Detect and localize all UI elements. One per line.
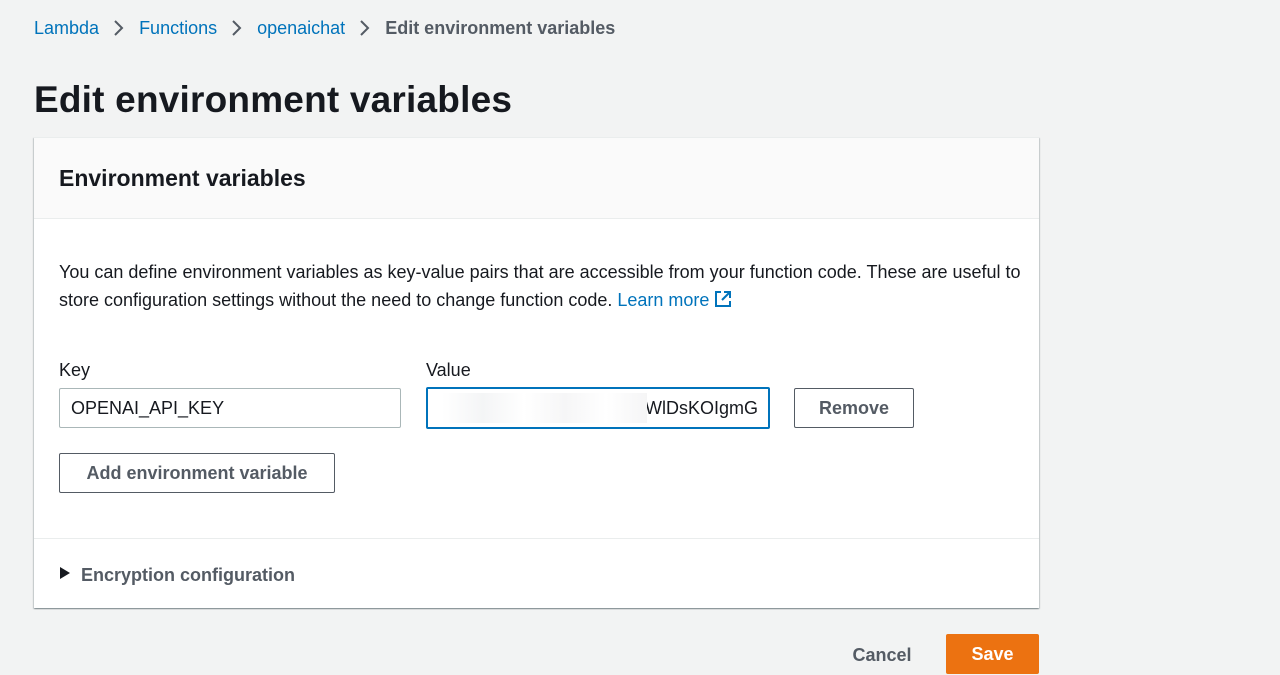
learn-more-label: Learn more: [617, 290, 710, 310]
redacted-value-overlay: [442, 393, 647, 423]
learn-more-link[interactable]: Learn more: [617, 290, 732, 310]
save-button[interactable]: Save: [946, 634, 1039, 674]
breadcrumb-lambda[interactable]: Lambda: [34, 17, 99, 39]
encryption-configuration-label: Encryption configuration: [81, 564, 295, 585]
add-environment-variable-button[interactable]: Add environment variable: [59, 453, 335, 493]
external-link-icon: [714, 288, 732, 316]
value-field[interactable]: [426, 387, 770, 429]
page-title: Edit environment variables: [34, 79, 513, 120]
panel-description: You can define environment variables as …: [59, 258, 1024, 316]
chevron-right-icon: [99, 17, 139, 39]
divider: [34, 538, 1039, 539]
environment-variables-panel: Environment variables You can define env…: [34, 137, 1039, 608]
encryption-configuration-toggle[interactable]: Encryption configuration: [59, 563, 295, 587]
key-input[interactable]: [59, 388, 401, 428]
chevron-right-icon: [217, 17, 257, 39]
breadcrumb-openaichat[interactable]: openaichat: [257, 17, 345, 39]
breadcrumb-current: Edit environment variables: [385, 18, 616, 38]
panel-title: Environment variables: [59, 165, 306, 191]
breadcrumb-functions[interactable]: Functions: [139, 17, 217, 39]
description-text: You can define environment variables as …: [59, 262, 1021, 310]
caret-right-icon: [59, 566, 71, 585]
cancel-button[interactable]: Cancel: [832, 635, 932, 675]
panel-header: Environment variables: [34, 138, 1039, 219]
chevron-right-icon: [345, 17, 385, 39]
breadcrumb: Lambda Functions openaichat Edit environ…: [34, 17, 615, 39]
remove-button[interactable]: Remove: [794, 388, 914, 428]
key-label: Key: [59, 360, 91, 380]
value-label: Value: [426, 360, 471, 380]
